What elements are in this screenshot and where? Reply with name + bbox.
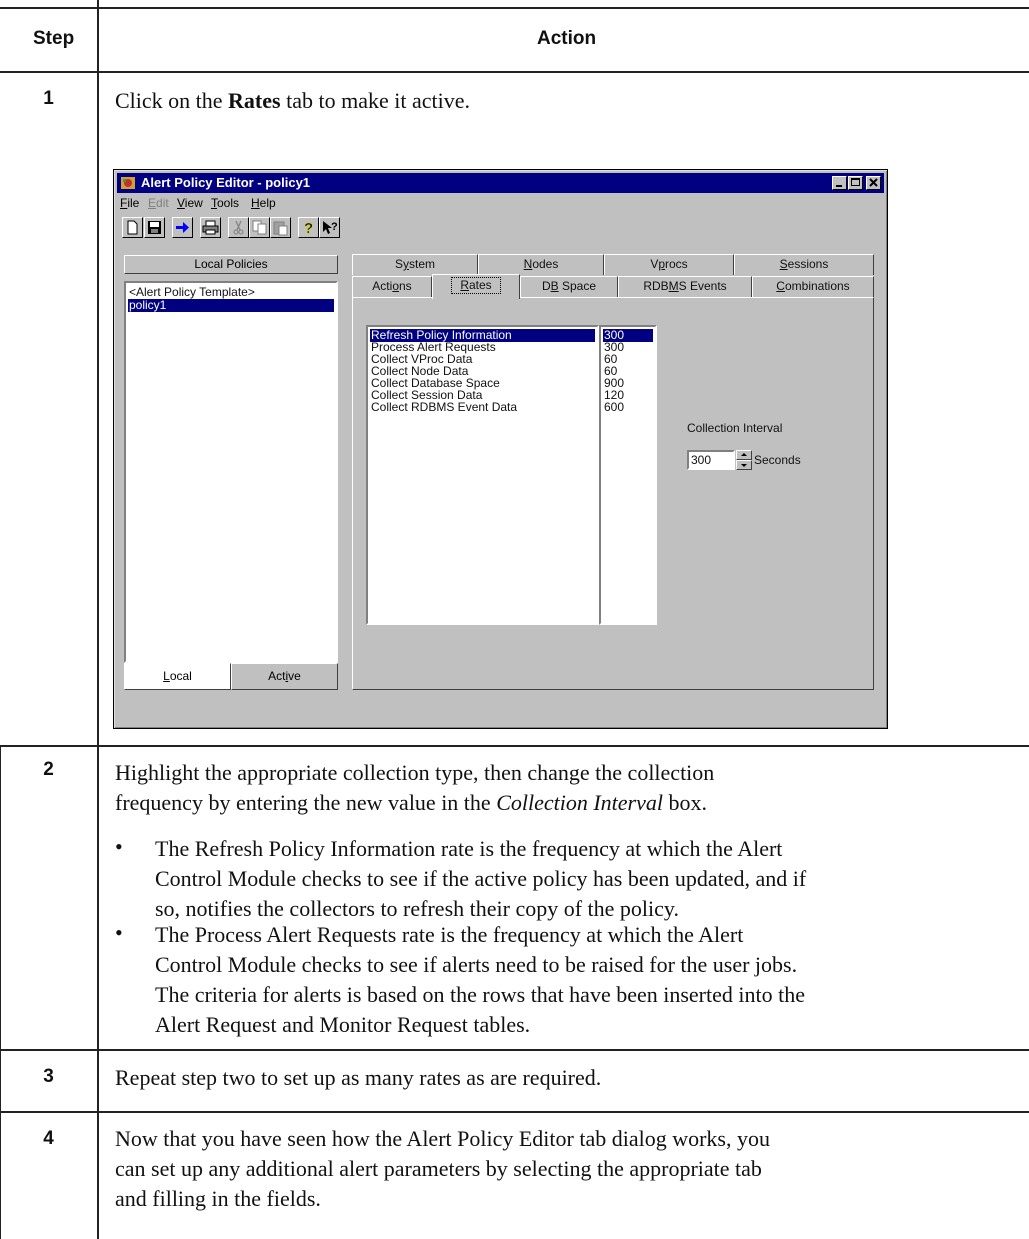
collection-interval-label: Collection Interval (687, 421, 783, 435)
header-rule (0, 71, 1029, 73)
question-mark-icon: ? (304, 220, 314, 238)
tab-rates[interactable]: Rates (432, 274, 520, 299)
printer-icon (202, 220, 219, 235)
spin-down-button[interactable] (736, 460, 752, 470)
collection-interval-input[interactable]: 300 (687, 450, 735, 470)
header-step: Step (33, 28, 75, 49)
minimize-icon (836, 185, 842, 187)
step-number: 4 (43, 1128, 54, 1149)
minimize-button[interactable] (832, 176, 847, 190)
apply-button[interactable] (172, 217, 193, 238)
menu-view[interactable]: View (177, 196, 203, 210)
rate-value-list[interactable]: 300 300 60 60 900 120 600 (599, 325, 657, 625)
list-item[interactable]: Collect RDBMS Event Data (370, 401, 595, 414)
step-2-text: Highlight the appropriate collection typ… (115, 760, 715, 815)
row-divider (0, 1049, 1029, 1051)
close-icon (869, 178, 878, 187)
help-button[interactable]: ? (298, 217, 319, 238)
tab-nodes[interactable]: Nodes (478, 254, 604, 275)
cut-button[interactable] (228, 217, 249, 238)
bullet-marker: • (115, 920, 123, 945)
scissors-icon (233, 220, 244, 235)
spin-up-button[interactable] (736, 450, 752, 460)
row-divider (0, 745, 1029, 747)
tab-db-space[interactable]: DB Space (520, 276, 618, 297)
arrow-right-icon (176, 222, 189, 233)
copy-button[interactable] (249, 217, 270, 238)
bullet-text: The Refresh Policy Information rate is t… (155, 836, 807, 921)
app-icon (121, 177, 135, 189)
new-document-icon (127, 220, 138, 235)
menu-file[interactable]: File (120, 196, 139, 210)
bullet-marker: • (115, 834, 123, 859)
alert-policy-editor-window: Alert Policy Editor - policy1 File Edit … (113, 169, 888, 729)
save-button[interactable] (144, 217, 165, 238)
local-button[interactable]: Local (124, 663, 231, 690)
row-divider (0, 1111, 1029, 1113)
table-top-rule (0, 7, 1029, 9)
toolbar: ? ? (118, 214, 878, 240)
menu-tools[interactable]: Tools (211, 196, 239, 210)
tab-combinations[interactable]: Combinations (752, 276, 874, 297)
step-4-text: Now that you have seen how the Alert Pol… (115, 1126, 770, 1211)
policy-list[interactable]: <Alert Policy Template> policy1 (124, 281, 338, 663)
bullet-text: The Process Alert Requests rate is the f… (155, 922, 805, 1037)
seconds-label: Seconds (754, 453, 801, 467)
list-item[interactable]: 600 (603, 401, 653, 414)
step-number: 3 (43, 1066, 54, 1087)
header-action: Action (537, 28, 597, 49)
paste-icon (273, 221, 288, 236)
step-1-text: Click on the Rates tab to make it active… (115, 88, 470, 113)
tab-sessions[interactable]: Sessions (734, 254, 874, 275)
svg-text:?: ? (331, 221, 338, 233)
tab-system[interactable]: System (352, 254, 478, 275)
step-3-text: Repeat step two to set up as many rates … (115, 1065, 602, 1090)
left-border (0, 745, 1, 1239)
close-button[interactable] (866, 176, 881, 190)
step-number: 1 (43, 88, 54, 109)
tab-actions[interactable]: Actions (352, 276, 432, 297)
column-divider (97, 0, 99, 1239)
title-bar[interactable]: Alert Policy Editor - policy1 (117, 173, 884, 193)
maximize-button[interactable] (848, 176, 863, 190)
spin-down-icon (741, 464, 747, 467)
tab-vprocs[interactable]: Vprocs (604, 254, 734, 275)
menu-edit[interactable]: Edit (148, 196, 169, 210)
new-button[interactable] (122, 217, 143, 238)
paste-button[interactable] (270, 217, 291, 238)
context-help-button[interactable]: ? (319, 217, 340, 238)
copy-icon (252, 220, 267, 235)
save-icon (148, 221, 161, 234)
pointer-help-icon: ? (323, 221, 338, 234)
svg-text:?: ? (304, 220, 313, 237)
step-number: 2 (43, 759, 54, 780)
list-item[interactable]: policy1 (128, 299, 334, 312)
maximize-icon (851, 178, 860, 186)
tab-rdbms-events[interactable]: RDBMS Events (618, 276, 752, 297)
print-button[interactable] (200, 217, 221, 238)
active-button[interactable]: Active (231, 663, 338, 690)
spin-up-icon (741, 453, 747, 456)
local-policies-header[interactable]: Local Policies (124, 255, 338, 274)
rate-name-list[interactable]: Refresh Policy Information Process Alert… (366, 325, 599, 625)
window-title: Alert Policy Editor - policy1 (141, 175, 311, 190)
menu-help[interactable]: Help (251, 196, 276, 210)
